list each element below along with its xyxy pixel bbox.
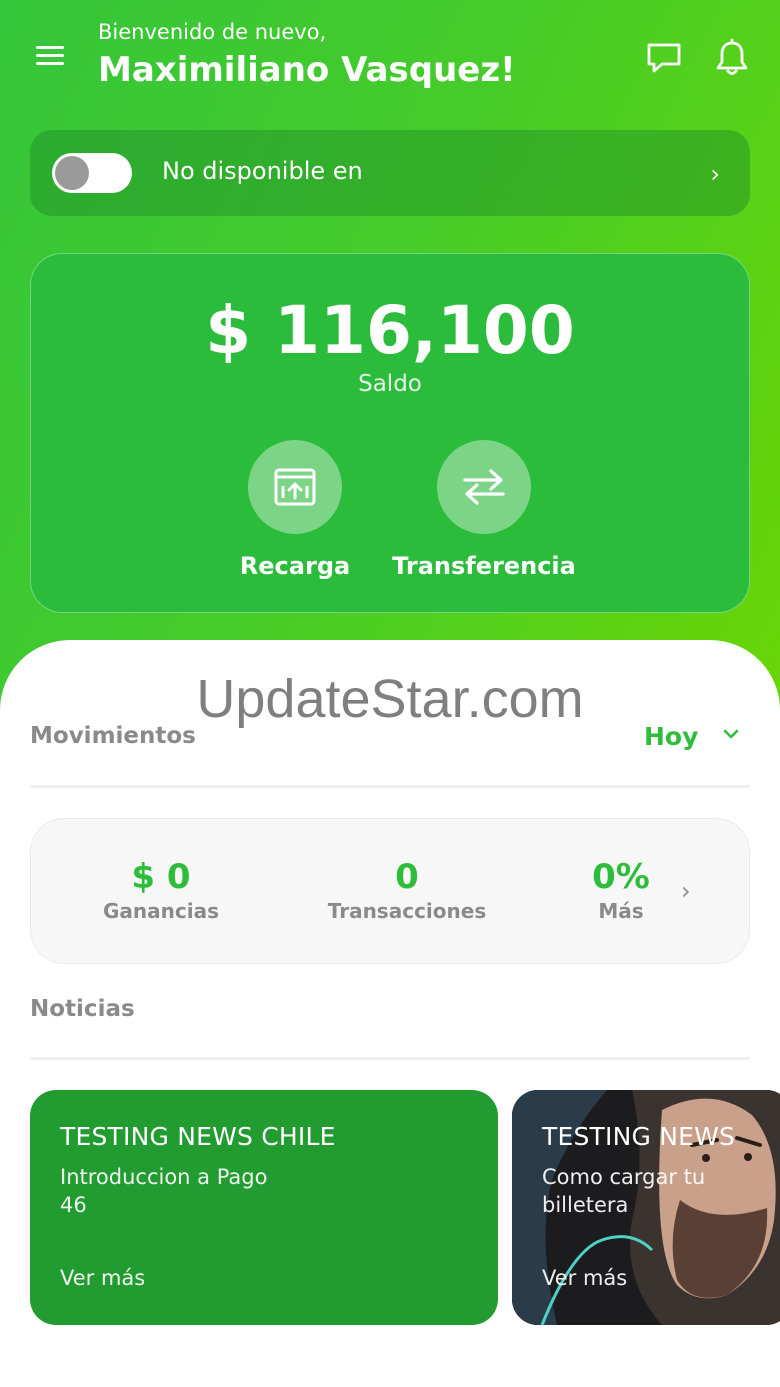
transfer-label: Transferencia [392,552,576,580]
transfer-button[interactable]: Transferencia [384,440,584,580]
availability-bar[interactable]: No disponible en › [30,130,750,216]
user-name: Maximiliano Vasquez! [98,50,516,90]
balance-label: Saldo [358,371,422,397]
transactions-label: Transacciones [327,899,487,923]
chevron-right-icon: › [681,877,691,905]
stats-card[interactable]: $ 0 Ganancias 0 Transacciones 0% Más › [30,818,750,964]
news-card-description: Como cargar tu billetera [542,1165,706,1217]
balance-amount: $ 116,100 [205,292,575,369]
earnings-label: Ganancias [103,899,219,923]
movements-title: Movimientos [30,723,196,749]
availability-label: No disponible en [162,157,363,185]
toggle-knob [55,156,89,190]
stat-earnings: $ 0 Ganancias [97,857,225,923]
more-label: Más [598,899,644,923]
news-card-description: Introduccion a Pago 46 [60,1165,268,1217]
balance-card: $ 116,100 Saldo Recarga Transferencia [30,253,750,613]
chat-icon[interactable] [644,38,684,78]
menu-icon[interactable] [36,46,64,68]
news-card-link[interactable]: Ver más [60,1266,145,1290]
recharge-button[interactable]: Recarga [195,440,395,580]
watermark: UpdateStar.com [196,669,584,729]
divider [30,785,750,788]
recharge-label: Recarga [239,552,351,580]
welcome-text: Bienvenido de nuevo, [98,20,327,44]
top-bar: Bienvenido de nuevo, Maximiliano Vasquez… [0,0,780,110]
stat-transactions: 0 Transacciones [317,857,497,923]
news-card[interactable]: TESTING NEWS Como cargar tu billetera Ve… [512,1090,780,1325]
earnings-value: $ 0 [131,857,191,897]
news-card-link[interactable]: Ver más [542,1266,627,1290]
stat-more: 0% Más [579,857,663,923]
more-value: 0% [592,857,650,897]
period-selector[interactable]: Hoy [644,722,698,751]
content-panel: UpdateStar.com Movimientos Hoy $ 0 Ganan… [0,640,780,1387]
upload-icon [248,440,342,534]
transfer-arrows-icon [437,440,531,534]
transactions-value: 0 [395,857,419,897]
news-title: Noticias [30,996,135,1022]
chevron-down-icon[interactable] [720,723,742,745]
news-card-title: TESTING NEWS [542,1122,736,1151]
bell-icon[interactable] [713,38,751,78]
divider [30,1057,750,1060]
news-card[interactable]: TESTING NEWS CHILE Introduccion a Pago 4… [30,1090,498,1325]
availability-toggle[interactable] [52,153,132,193]
chevron-right-icon: › [710,160,720,188]
news-card-title: TESTING NEWS CHILE [60,1122,336,1151]
